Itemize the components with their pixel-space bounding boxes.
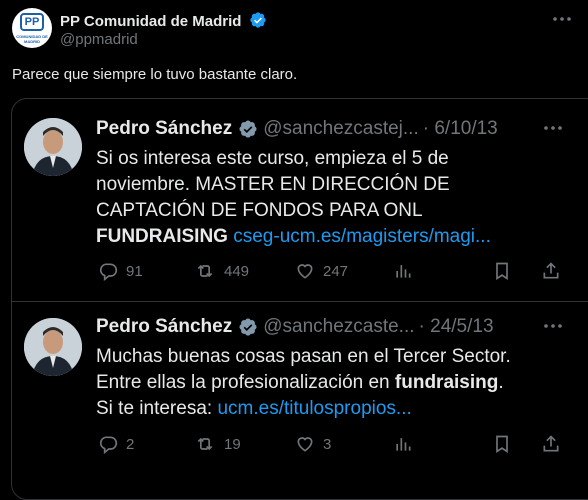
author-name-row[interactable]: PP Comunidad de Madrid: [60, 11, 267, 30]
verified-badge-icon: [239, 120, 257, 138]
text-span: Entre ellas la profesionalización en: [96, 372, 395, 393]
text-span: .: [498, 372, 504, 393]
reply-icon: [99, 263, 118, 281]
like-icon: [297, 437, 313, 452]
more-icon[interactable]: [538, 118, 568, 138]
more-icon[interactable]: [538, 316, 568, 336]
tweet-divider: [12, 301, 588, 302]
avatar-photo-icon: [24, 318, 82, 376]
avatar-photo-icon: [24, 118, 82, 176]
pp-logo-icon: PP: [20, 13, 44, 31]
views-button[interactable]: [393, 261, 413, 281]
author-handle[interactable]: @ppmadrid: [60, 31, 138, 48]
retweet-count: 449: [224, 262, 250, 280]
retweet-button[interactable]: 19: [194, 434, 241, 454]
retweet-icon: [197, 437, 213, 451]
verified-badge-icon: [249, 12, 266, 28]
quoted-avatar[interactable]: [24, 318, 82, 376]
hashtag-word: fundraising: [394, 372, 499, 393]
more-icon[interactable]: [547, 9, 577, 29]
quoted-author-handle[interactable]: @sanchezcaste...: [263, 316, 414, 338]
like-button[interactable]: 3: [295, 434, 331, 454]
author-avatar[interactable]: PP COMUNIDAD DE MADRID: [12, 8, 52, 48]
quoted-link[interactable]: ucm.es/titulospropios...: [217, 398, 411, 419]
quoted-text-line: Muchas buenas cosas pasan en el Tercer S…: [96, 346, 511, 367]
retweet-button[interactable]: 449: [194, 261, 249, 281]
verified-badge-icon: [239, 318, 257, 336]
pp-logo-subtitle: COMUNIDAD DE MADRID: [16, 34, 48, 44]
quoted-text-line: FUNDRAISING cseg-ucm.es/magisters/magi..…: [96, 224, 491, 250]
reply-button[interactable]: 91: [98, 261, 143, 281]
quoted-text-line: noviembre. MASTER EN DIRECCIÓN DE: [96, 174, 450, 195]
quoted-date[interactable]: · 24/5/13: [419, 316, 494, 338]
quoted-text-line: Si os interesa este curso, empieza el 5 …: [96, 148, 449, 169]
bookmark-button[interactable]: [492, 434, 512, 454]
quoted-link[interactable]: cseg-ucm.es/magisters/magi...: [233, 226, 491, 247]
quoted-author-name[interactable]: Pedro Sánchez: [96, 118, 232, 140]
quoted-text-line: Entre ellas la profesionalización en fun…: [96, 370, 511, 396]
share-button[interactable]: [541, 261, 561, 281]
quoted-author-name[interactable]: Pedro Sánchez: [96, 316, 232, 338]
reply-count: 91: [126, 262, 143, 280]
views-icon: [396, 265, 411, 278]
quoted-text: Muchas buenas cosas pasan en el Tercer S…: [96, 344, 511, 422]
bookmark-icon: [496, 262, 508, 281]
like-icon: [297, 264, 313, 279]
hashtag-word: FUNDRAISING: [96, 226, 228, 247]
bookmark-icon: [496, 435, 508, 454]
author-name[interactable]: PP Comunidad de Madrid: [60, 13, 241, 30]
reply-button[interactable]: 2: [98, 434, 134, 454]
quoted-author-handle[interactable]: @sanchezcastej...: [263, 118, 419, 140]
views-button[interactable]: [393, 434, 413, 454]
tweet-text: Parece que siempre lo tuvo bastante clar…: [12, 66, 298, 83]
text-span: Si te interesa:: [96, 398, 218, 419]
quoted-header[interactable]: Pedro Sánchez @sanchezcastej... · 6/10/1…: [96, 118, 498, 140]
reply-count: 2: [126, 435, 135, 453]
quoted-text: Si os interesa este curso, empieza el 5 …: [96, 146, 491, 250]
quoted-header[interactable]: Pedro Sánchez @sanchezcaste... · 24/5/13: [96, 316, 494, 338]
quoted-text-line: CAPTACIÓN DE FONDOS PARA ONL: [96, 200, 423, 221]
share-button[interactable]: [541, 434, 561, 454]
quoted-text-line: Si te interesa: ucm.es/titulospropios...: [96, 396, 511, 422]
reply-icon: [99, 436, 118, 454]
bookmark-button[interactable]: [492, 261, 512, 281]
like-count: 247: [323, 262, 349, 280]
like-button[interactable]: 247: [295, 261, 348, 281]
quoted-date[interactable]: · 6/10/13: [423, 118, 498, 140]
retweet-icon: [197, 264, 213, 278]
retweet-count: 19: [224, 435, 241, 453]
quoted-avatar[interactable]: [24, 118, 82, 176]
like-count: 3: [323, 435, 332, 453]
share-icon: [543, 435, 559, 452]
share-icon: [543, 262, 559, 279]
views-icon: [396, 438, 411, 451]
